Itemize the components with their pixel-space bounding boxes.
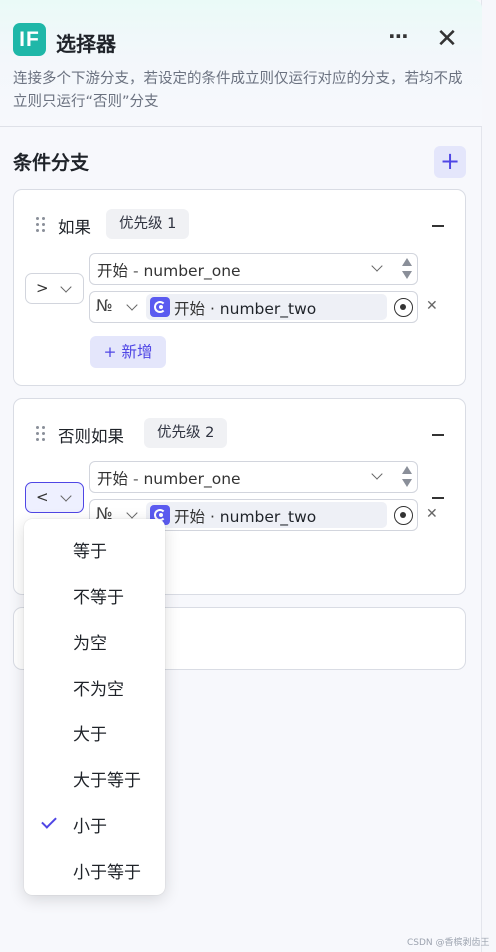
value-type-select[interactable]: № (96, 296, 113, 315)
stepper-icon[interactable] (401, 465, 413, 489)
reference-text: 开始 · number_two (174, 508, 317, 526)
operator-option[interactable]: 大于 (24, 711, 165, 751)
operator-option[interactable]: 不为空 (24, 666, 165, 706)
remove-branch-button[interactable] (429, 225, 449, 229)
panel-header: IF 选择器 ⋯ ✕ 连接多个下游分支，若设定的条件成立则仅运行对应的分支，若均… (0, 0, 482, 127)
chevron-down-icon (126, 507, 138, 519)
left-variable-text: 开始 - number_one (97, 467, 241, 489)
variable-name: number_one (143, 470, 241, 488)
priority-badge: 优先级 1 (106, 209, 190, 239)
clear-reference-icon[interactable]: ✕ (426, 506, 438, 522)
reference-icon (150, 297, 170, 317)
if-logo-icon: IF (13, 23, 46, 56)
operator-option[interactable]: 不等于 (24, 574, 165, 614)
operator-option[interactable]: 等于 (24, 528, 165, 568)
left-variable-text: 开始 - number_one (97, 259, 241, 281)
branch-label: 如果 (58, 218, 91, 237)
right-reference-field[interactable]: № 开始 · number_two ✕ (89, 291, 438, 323)
variable-separator: - (128, 470, 144, 488)
variable-source: 开始 (97, 262, 129, 280)
left-variable-select[interactable]: 开始 - number_one (89, 253, 418, 285)
watermark-text: CSDN @香槟剥齿王 (407, 938, 490, 948)
variable-separator: - (128, 262, 144, 280)
add-branch-button[interactable]: + (434, 146, 466, 178)
chevron-down-icon (371, 260, 383, 272)
chevron-down-icon (60, 490, 72, 502)
target-icon[interactable] (394, 298, 413, 317)
reference-chip[interactable]: 开始 · number_two ✕ (146, 294, 438, 320)
more-options-button[interactable]: ⋯ (384, 26, 414, 52)
variable-name: number_one (143, 262, 241, 280)
operator-option[interactable]: 小于等于 (24, 849, 165, 889)
clear-reference-icon[interactable]: ✕ (426, 298, 438, 314)
section-title: 条件分支 (13, 152, 90, 174)
operator-select[interactable]: > (25, 273, 84, 304)
operator-select[interactable]: < (25, 482, 84, 513)
left-variable-select[interactable]: 开始 - number_one (89, 461, 418, 493)
close-button[interactable]: ✕ (434, 26, 460, 52)
panel-description: 连接多个下游分支，若设定的条件成立则仅运行对应的分支，若均不成立则只运行“否则”… (13, 71, 463, 110)
chevron-down-icon (126, 299, 138, 311)
remove-branch-button[interactable] (429, 434, 449, 438)
operator-option[interactable]: 大于等于 (24, 757, 165, 797)
target-icon[interactable] (394, 506, 413, 525)
branch-card-if: 如果 优先级 1 > 开始 - number_one № 开始 · number… (13, 189, 466, 386)
operator-dropdown: 等于 不等于 为空 不为空 大于 大于等于 小于 小于等于 (24, 519, 165, 895)
operator-option[interactable]: 为空 (24, 620, 165, 660)
panel-title: 选择器 (56, 32, 116, 56)
operator-value: < (36, 488, 49, 506)
reference-chip[interactable]: 开始 · number_two ✕ (146, 502, 438, 528)
drag-handle-icon[interactable] (36, 217, 48, 235)
selector-panel: IF 选择器 ⋯ ✕ 连接多个下游分支，若设定的条件成立则仅运行对应的分支，若均… (0, 0, 482, 952)
checkmark-icon (41, 813, 57, 829)
stepper-icon[interactable] (401, 257, 413, 281)
chevron-down-icon (60, 281, 72, 293)
operator-value: > (36, 279, 49, 297)
priority-badge: 优先级 2 (144, 418, 228, 448)
drag-handle-icon[interactable] (36, 426, 48, 444)
remove-condition-button[interactable] (429, 497, 449, 501)
branch-label: 否则如果 (58, 427, 124, 446)
chevron-down-icon (371, 468, 383, 480)
variable-source: 开始 (97, 470, 129, 488)
reference-text: 开始 · number_two (174, 300, 317, 318)
add-condition-button[interactable]: + 新增 (90, 336, 166, 368)
operator-option-selected[interactable]: 小于 (24, 803, 165, 843)
